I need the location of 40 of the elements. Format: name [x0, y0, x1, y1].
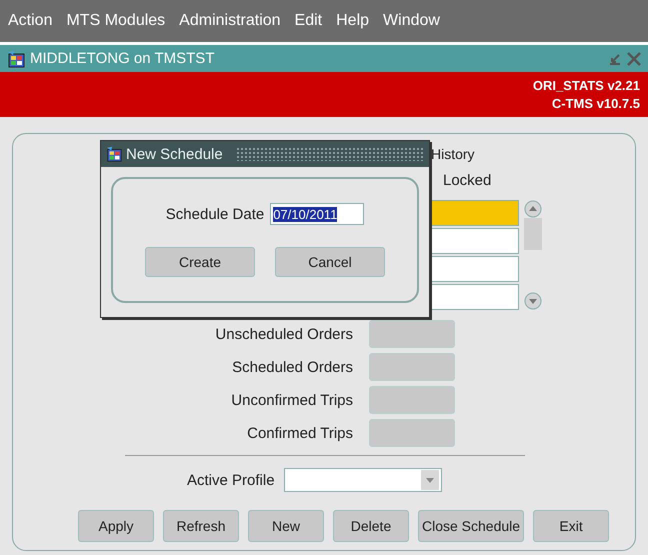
menu-item[interactable]: Administration — [179, 12, 281, 30]
schedule-date-field[interactable]: 07/10/2011 — [270, 203, 364, 225]
date-value: 07/10/2011 — [273, 206, 338, 222]
window-title: MIDDLETONG on TMSTST — [30, 50, 214, 67]
action-button[interactable]: Refresh — [163, 510, 239, 542]
dialog-button[interactable]: Create — [145, 247, 255, 277]
action-button[interactable]: Apply — [78, 510, 154, 542]
action-button[interactable]: Close Schedule — [418, 510, 524, 542]
app-icon — [105, 145, 123, 163]
action-button[interactable]: New — [248, 510, 324, 542]
action-button[interactable]: Exit — [533, 510, 610, 542]
app-icon — [6, 48, 26, 68]
scroll-up-icon[interactable] — [524, 200, 542, 218]
minimize-icon[interactable] — [608, 52, 622, 66]
menu-item[interactable]: Window — [383, 12, 440, 30]
dialog-button[interactable]: Cancel — [275, 247, 385, 277]
profile-dropdown[interactable] — [284, 468, 442, 492]
stat-label: Confirmed Trips — [246, 424, 353, 442]
menu-item[interactable]: Action — [8, 12, 52, 30]
dialog-title: New Schedule — [126, 146, 223, 162]
action-button[interactable]: Delete — [333, 510, 409, 542]
schedule-date-label: Schedule Date — [166, 206, 264, 222]
history-label: History — [431, 146, 476, 164]
active-profile-label: Active Profile — [187, 472, 275, 488]
locked-field[interactable] — [431, 228, 519, 254]
scroll-down-icon[interactable] — [524, 292, 542, 310]
locked-field[interactable] — [431, 256, 519, 282]
close-icon[interactable] — [626, 50, 642, 66]
stat-label: Unscheduled Orders — [214, 326, 353, 342]
version-label: ORI_STATS v2.21 — [532, 76, 640, 94]
menu-item[interactable]: Edit — [294, 12, 322, 30]
locked-field[interactable] — [431, 200, 519, 226]
column-heading: Locked — [443, 172, 492, 191]
menu-item[interactable]: Help — [336, 12, 370, 30]
menu-item[interactable]: MTS Modules — [66, 12, 166, 30]
locked-field[interactable] — [431, 284, 519, 310]
stat-label: Unconfirmed Trips — [230, 392, 353, 408]
scroll-thumb[interactable] — [524, 218, 542, 250]
stat-label: Scheduled Orders — [231, 358, 353, 376]
version-label: C-TMS v10.7.5 — [552, 94, 640, 112]
